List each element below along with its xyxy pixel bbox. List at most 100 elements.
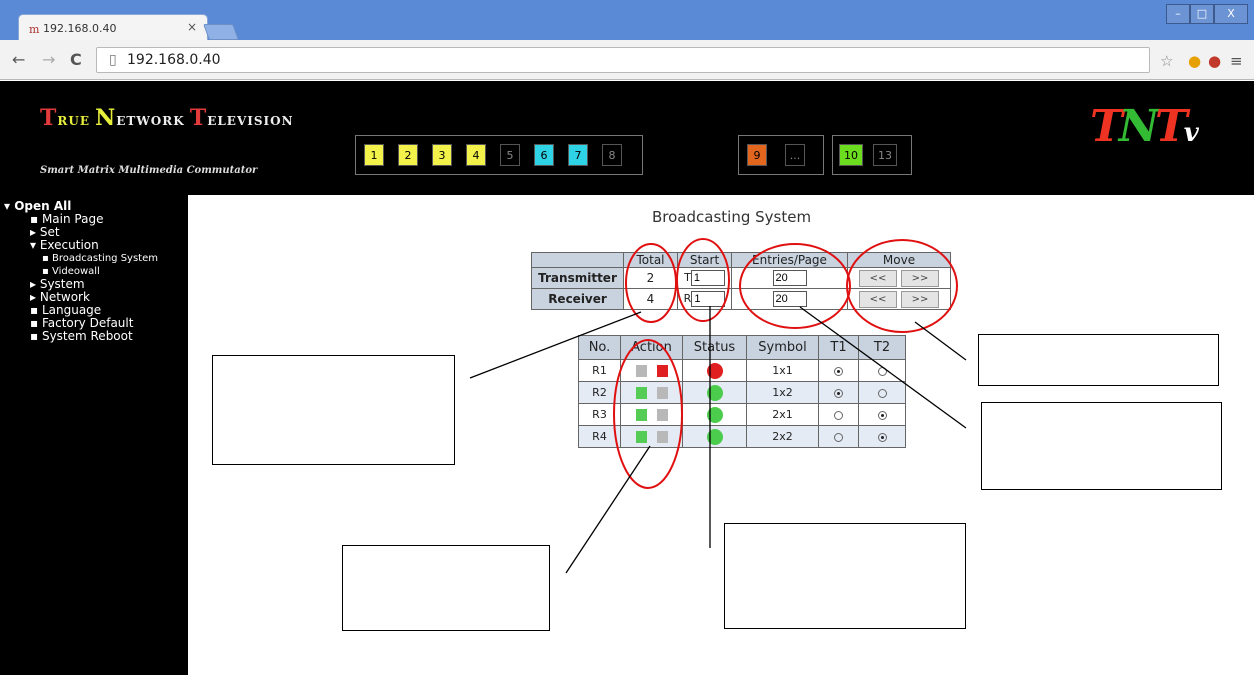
entries-per-page-input[interactable] [772,291,807,307]
page-title: Broadcasting System [652,208,812,226]
page-icon: ▯ [109,52,117,68]
action-flag-icon[interactable] [656,409,668,421]
channel-button[interactable]: 3 [432,144,452,166]
total-value: 2 [623,267,678,289]
status-cell [682,425,747,448]
next-page-button[interactable]: >> [901,269,939,287]
new-tab-button[interactable] [203,24,239,40]
sidebar-item-broadcasting-system[interactable]: ▪ Broadcasting System [4,252,188,265]
action-flag-icon[interactable] [656,431,668,443]
row-label: Receiver [531,288,624,310]
t2-radio[interactable] [877,432,887,442]
annotation-callout-box [342,545,550,631]
channel-button[interactable]: 1 [364,144,384,166]
symbol-value: 1x2 [746,381,819,404]
table-header: Start [677,252,732,268]
t1-radio[interactable] [834,366,843,376]
t1-radio[interactable] [834,388,843,398]
start-cell: R [677,288,732,310]
prev-page-button[interactable]: << [859,269,897,287]
forward-arrow-icon[interactable]: → [42,50,55,69]
status-indicator-icon [706,406,723,423]
annotation-leader-line [565,445,651,574]
channel-button[interactable]: 8 [602,144,622,166]
entries-per-page-input[interactable] [772,270,807,286]
t1-cell [818,381,859,404]
extension-icon[interactable]: ● [1208,52,1221,70]
annotation-callout-box [212,355,455,465]
action-cell [620,425,683,448]
channel-button[interactable]: 13 [873,144,897,166]
summary-table: Total Start Entries/Page Move Transmitte… [531,252,951,310]
symbol-value: 2x2 [746,425,819,448]
table-header: T1 [818,335,859,360]
annotation-callout-box [724,523,966,629]
channel-button[interactable]: 6 [534,144,554,166]
action-flag-icon[interactable] [635,409,647,421]
reload-icon[interactable]: C [70,50,82,69]
t2-radio[interactable] [877,366,887,376]
table-row: R2 1x2 [578,381,906,404]
receiver-table: No. Action Status Symbol T1 T2 R1 1x1 R2 1x… [578,335,906,448]
table-header: Total [623,252,678,268]
action-flag-icon[interactable] [656,387,668,399]
close-window-button[interactable]: X [1214,4,1248,24]
action-flag-icon[interactable] [635,387,647,399]
move-cell: << >> [847,288,951,310]
start-input[interactable] [691,291,726,307]
channel-button[interactable]: 7 [568,144,588,166]
table-header: Move [847,252,951,268]
table-row: R4 2x2 [578,425,906,448]
total-value: 4 [623,288,678,310]
t2-radio[interactable] [877,388,887,398]
menu-icon[interactable]: ≡ [1230,52,1243,70]
t2-cell [858,425,906,448]
channel-button[interactable]: 5 [500,144,520,166]
sidebar-item-system-reboot[interactable]: ▪ System Reboot [4,330,188,343]
start-cell: T [677,267,732,289]
minimize-button[interactable]: – [1166,4,1190,24]
table-row: Transmitter 2 T <<>> [531,267,951,289]
action-flag-icon[interactable] [635,365,647,377]
channel-button[interactable]: ... [785,144,805,166]
star-icon[interactable]: ☆ [1160,52,1173,70]
table-header: T2 [858,335,906,360]
t1-radio[interactable] [834,432,843,442]
t2-cell [858,359,906,382]
receiver-number: R1 [578,359,621,382]
tab-close-icon[interactable]: × [187,20,197,34]
channel-button[interactable]: 10 [839,144,863,166]
t2-cell [858,381,906,404]
maximize-button[interactable]: □ [1190,4,1214,24]
channel-group-a: 1 2 3 4 5 6 7 8 [355,135,643,175]
table-header: Action [620,335,683,360]
status-cell [682,403,747,426]
action-flag-icon[interactable] [656,365,668,377]
browser-tab[interactable]: m 192.168.0.40 × [18,14,208,42]
app-header: TRUE NETWORK TELEVISION Smart Matrix Mul… [0,81,1254,195]
address-bar[interactable]: ▯ 192.168.0.40 [96,47,1150,73]
start-prefix: T [684,271,691,284]
prev-page-button[interactable]: << [859,290,897,308]
entries-cell [731,288,848,310]
channel-button[interactable]: 4 [466,144,486,166]
browser-toolbar: ← → C ▯ 192.168.0.40 ☆ ● ● ≡ [0,40,1254,80]
table-row: R3 2x1 [578,403,906,426]
annotation-leader-line [914,321,967,361]
t1-radio[interactable] [834,410,843,420]
sidebar-item-execution[interactable]: ▾ Execution [4,239,188,252]
start-input[interactable] [690,270,725,286]
t1-cell [818,403,859,426]
action-flag-icon[interactable] [635,431,647,443]
t2-cell [858,403,906,426]
table-row: Receiver 4 R <<>> [531,288,951,310]
channel-button[interactable]: 9 [747,144,767,166]
t2-radio[interactable] [877,410,887,420]
status-indicator-icon [706,428,723,445]
next-page-button[interactable]: >> [901,290,939,308]
extension-icon[interactable]: ● [1188,52,1201,70]
logo: TRUE NETWORK TELEVISION [40,105,294,131]
channel-group-c: 10 13 [832,135,912,175]
back-arrow-icon[interactable]: ← [12,50,25,69]
channel-button[interactable]: 2 [398,144,418,166]
